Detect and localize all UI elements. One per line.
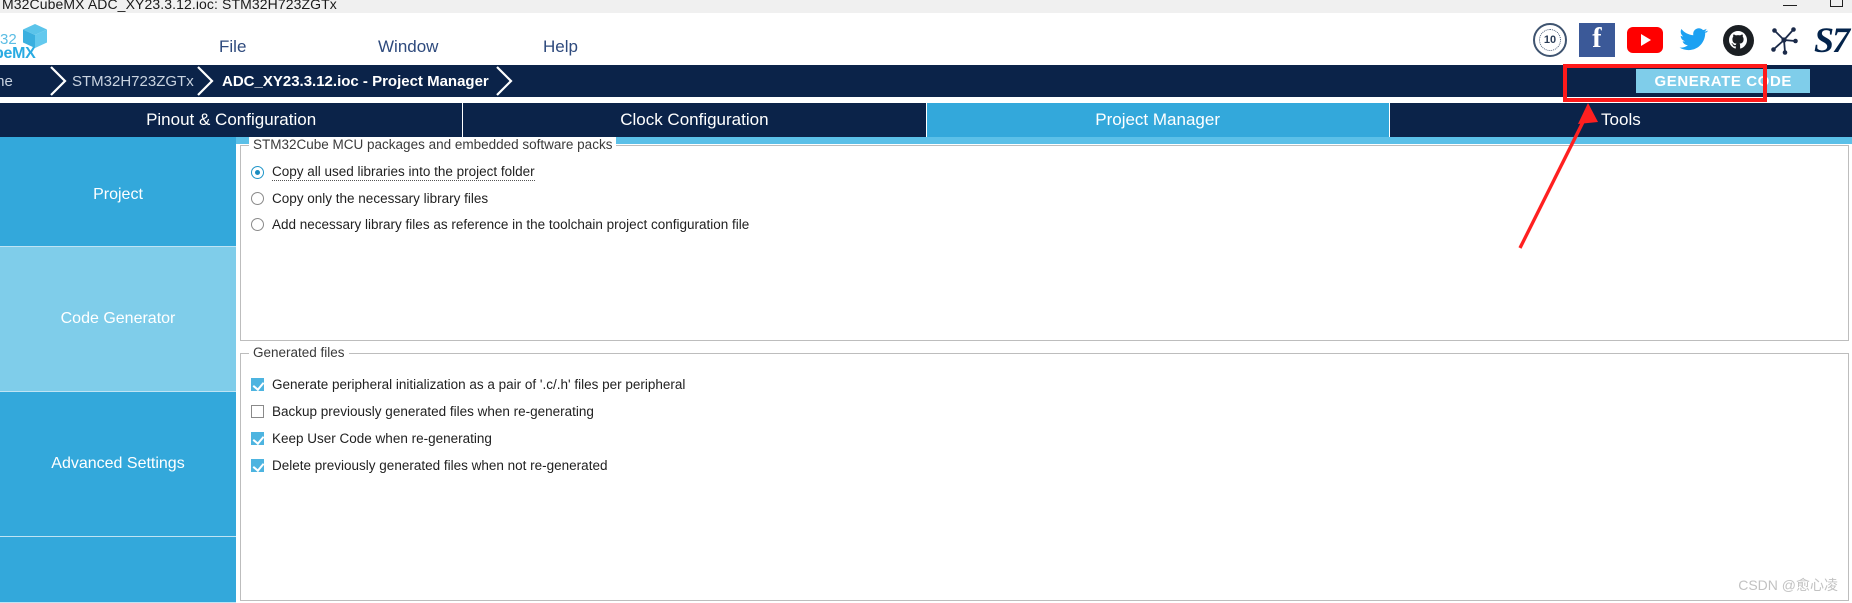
- breadcrumb-chevron-icon: [494, 65, 516, 97]
- radio-label: Add necessary library files as reference…: [272, 217, 750, 232]
- radio-add-as-reference[interactable]: Add necessary library files as reference…: [251, 217, 749, 232]
- generated-files-legend: Generated files: [249, 345, 349, 360]
- csdn-watermark: CSDN @愈心凌: [1738, 577, 1838, 593]
- radio-label: Copy all used libraries into the project…: [272, 164, 535, 181]
- breadcrumb-item-project[interactable]: ADC_XY23.3.12.ioc - Project Manager: [222, 65, 489, 97]
- stm32cubemx-logo: 32 beMX: [0, 17, 54, 63]
- maximize-button[interactable]: [1828, 0, 1844, 8]
- sidebar-item-code-generator[interactable]: Code Generator: [0, 247, 236, 392]
- twitter-icon[interactable]: [1675, 23, 1711, 57]
- mcu-packages-group: STM32Cube MCU packages and embedded soft…: [240, 137, 1849, 341]
- generated-files-group: Generated files Generate peripheral init…: [240, 345, 1849, 601]
- checkbox-label: Generate peripheral initialization as a …: [272, 377, 686, 392]
- menu-bar: 32 beMX File Window Help 10 f: [0, 13, 1852, 65]
- sidebar-item-partial[interactable]: [0, 537, 236, 603]
- social-links-row: 10 f S7: [1532, 22, 1852, 58]
- checkbox-indicator-icon: [251, 405, 264, 418]
- cube-icon: [23, 24, 47, 48]
- st-logo[interactable]: S7: [1814, 22, 1850, 58]
- facebook-glyph: f: [1592, 23, 1602, 54]
- mcu-packages-legend: STM32Cube MCU packages and embedded soft…: [249, 137, 617, 152]
- breadcrumb-chevron-icon: [48, 65, 70, 97]
- radio-copy-all-libraries[interactable]: Copy all used libraries into the project…: [251, 164, 535, 181]
- youtube-play-glyph: [1641, 34, 1652, 46]
- ten-years-badge-text: 10: [1538, 29, 1561, 51]
- checkbox-label: Backup previously generated files when r…: [272, 404, 594, 419]
- radio-copy-necessary-files[interactable]: Copy only the necessary library files: [251, 191, 488, 206]
- checkbox-keep-user-code[interactable]: Keep User Code when re-generating: [251, 431, 492, 446]
- stm32cubemx-window: M32CubeMX ADC_XY23.3.12.ioc: STM32H723ZG…: [0, 0, 1852, 603]
- tab-underline-left: [0, 137, 236, 144]
- twitter-bird-glyph: [1679, 28, 1708, 51]
- ten-years-badge-icon: 10: [1532, 23, 1567, 57]
- project-manager-sidebar: Project Code Generator Advanced Settings: [0, 144, 236, 603]
- tab-pinout-configuration[interactable]: Pinout & Configuration: [0, 103, 464, 137]
- window-title: M32CubeMX ADC_XY23.3.12.ioc: STM32H723ZG…: [2, 0, 337, 12]
- checkbox-indicator-icon: [251, 378, 264, 391]
- radio-label: Copy only the necessary library files: [272, 191, 489, 206]
- checkbox-indicator-icon: [251, 432, 264, 445]
- breadcrumb-item-mcu[interactable]: STM32H723ZGTx: [72, 65, 194, 97]
- code-generator-panel: STM32Cube MCU packages and embedded soft…: [237, 137, 1852, 603]
- youtube-icon[interactable]: [1626, 27, 1663, 53]
- facebook-icon[interactable]: f: [1578, 23, 1615, 57]
- sidebar-item-project[interactable]: Project: [0, 144, 236, 247]
- window-titlebar: M32CubeMX ADC_XY23.3.12.ioc: STM32H723ZG…: [0, 0, 1852, 13]
- minimize-button[interactable]: [1782, 0, 1798, 8]
- breadcrumb-item-home[interactable]: me: [0, 65, 13, 97]
- menu-item-file[interactable]: File: [219, 37, 246, 57]
- github-icon[interactable]: [1722, 24, 1754, 56]
- checkbox-label: Keep User Code when re-generating: [272, 431, 492, 446]
- tab-tools[interactable]: Tools: [1389, 103, 1852, 137]
- radio-indicator-icon: [251, 166, 264, 179]
- checkbox-indicator-icon: [251, 459, 264, 472]
- window-controls: [1782, 0, 1844, 8]
- community-network-icon[interactable]: [1766, 23, 1802, 57]
- sidebar-item-advanced-settings[interactable]: Advanced Settings: [0, 392, 236, 537]
- generate-code-button[interactable]: GENERATE CODE: [1636, 69, 1810, 93]
- menu-item-help[interactable]: Help: [543, 37, 578, 57]
- github-cat-glyph: [1725, 27, 1752, 53]
- radio-indicator-icon: [251, 218, 264, 231]
- menu-item-window[interactable]: Window: [378, 37, 438, 57]
- radio-indicator-icon: [251, 192, 264, 205]
- checkbox-delete-previously-generated[interactable]: Delete previously generated files when n…: [251, 458, 607, 473]
- checkbox-label: Delete previously generated files when n…: [272, 458, 608, 473]
- main-tab-bar: Pinout & Configuration Clock Configurati…: [0, 103, 1852, 137]
- breadcrumb: me STM32H723ZGTx ADC_XY23.3.12.ioc - Pro…: [0, 65, 1852, 97]
- network-star-glyph: [1771, 27, 1798, 55]
- breadcrumb-chevron-icon: [195, 65, 217, 97]
- tab-project-manager[interactable]: Project Manager: [926, 103, 1390, 137]
- checkbox-generate-peripheral-init[interactable]: Generate peripheral initialization as a …: [251, 377, 685, 392]
- tab-clock-configuration[interactable]: Clock Configuration: [463, 103, 927, 137]
- checkbox-backup-previously-generated[interactable]: Backup previously generated files when r…: [251, 404, 594, 419]
